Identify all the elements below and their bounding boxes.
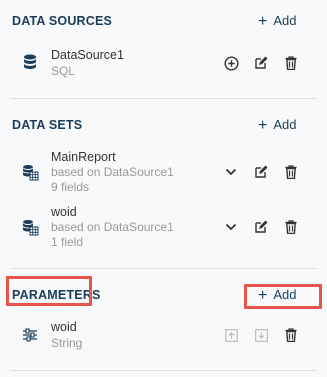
divider [10,268,317,269]
add-parameter-highlight [244,284,322,309]
plus-icon: + [258,117,268,134]
data-set-based-on: based on DataSource1 [51,220,174,234]
trash-icon[interactable] [282,54,300,72]
add-data-set-button[interactable]: + Add [258,116,296,134]
data-set-fields: 9 fields [51,180,90,194]
data-set-name: MainReport [51,150,116,164]
plus-icon: + [258,13,268,30]
data-sets-header: DATA SETS + Add [0,114,327,138]
dataset-icon [22,219,39,236]
data-set-item[interactable]: woid based on DataSource1 1 field [0,203,327,253]
edit-icon[interactable] [252,163,270,181]
chevron-down-icon[interactable] [222,218,240,236]
data-source-type: SQL [51,64,76,78]
edit-icon[interactable] [252,54,270,72]
parameter-name: woid [51,320,77,334]
data-set-fields: 1 field [51,235,84,249]
data-source-item[interactable]: DataSource1 SQL [0,46,327,82]
data-sources-header: DATA SOURCES + Add [0,10,327,34]
chevron-down-icon[interactable] [222,163,240,181]
dataset-icon [22,164,39,181]
edit-icon[interactable] [252,218,270,236]
data-set-item[interactable]: MainReport based on DataSource1 9 fields [0,148,327,198]
data-sets-title: DATA SETS [12,118,83,132]
divider [10,98,317,99]
parameter-item[interactable]: woid String [0,318,327,354]
database-icon [22,54,38,70]
move-down-icon[interactable] [252,326,270,344]
add-data-source-label: Add [273,13,297,28]
sliders-icon [22,328,38,344]
trash-icon[interactable] [282,218,300,236]
data-source-name: DataSource1 [51,48,124,62]
parameters-title-highlight [6,276,92,306]
trash-icon[interactable] [282,163,300,181]
add-data-set-label: Add [273,117,297,132]
add-data-source-button[interactable]: + Add [258,12,296,30]
data-set-based-on: based on DataSource1 [51,165,174,179]
parameter-type: String [51,336,83,350]
trash-icon[interactable] [282,326,300,344]
move-up-icon[interactable] [222,326,240,344]
add-circle-icon[interactable] [222,54,240,72]
data-sources-title: DATA SOURCES [12,14,113,28]
data-set-name: woid [51,205,77,219]
divider [10,370,317,371]
